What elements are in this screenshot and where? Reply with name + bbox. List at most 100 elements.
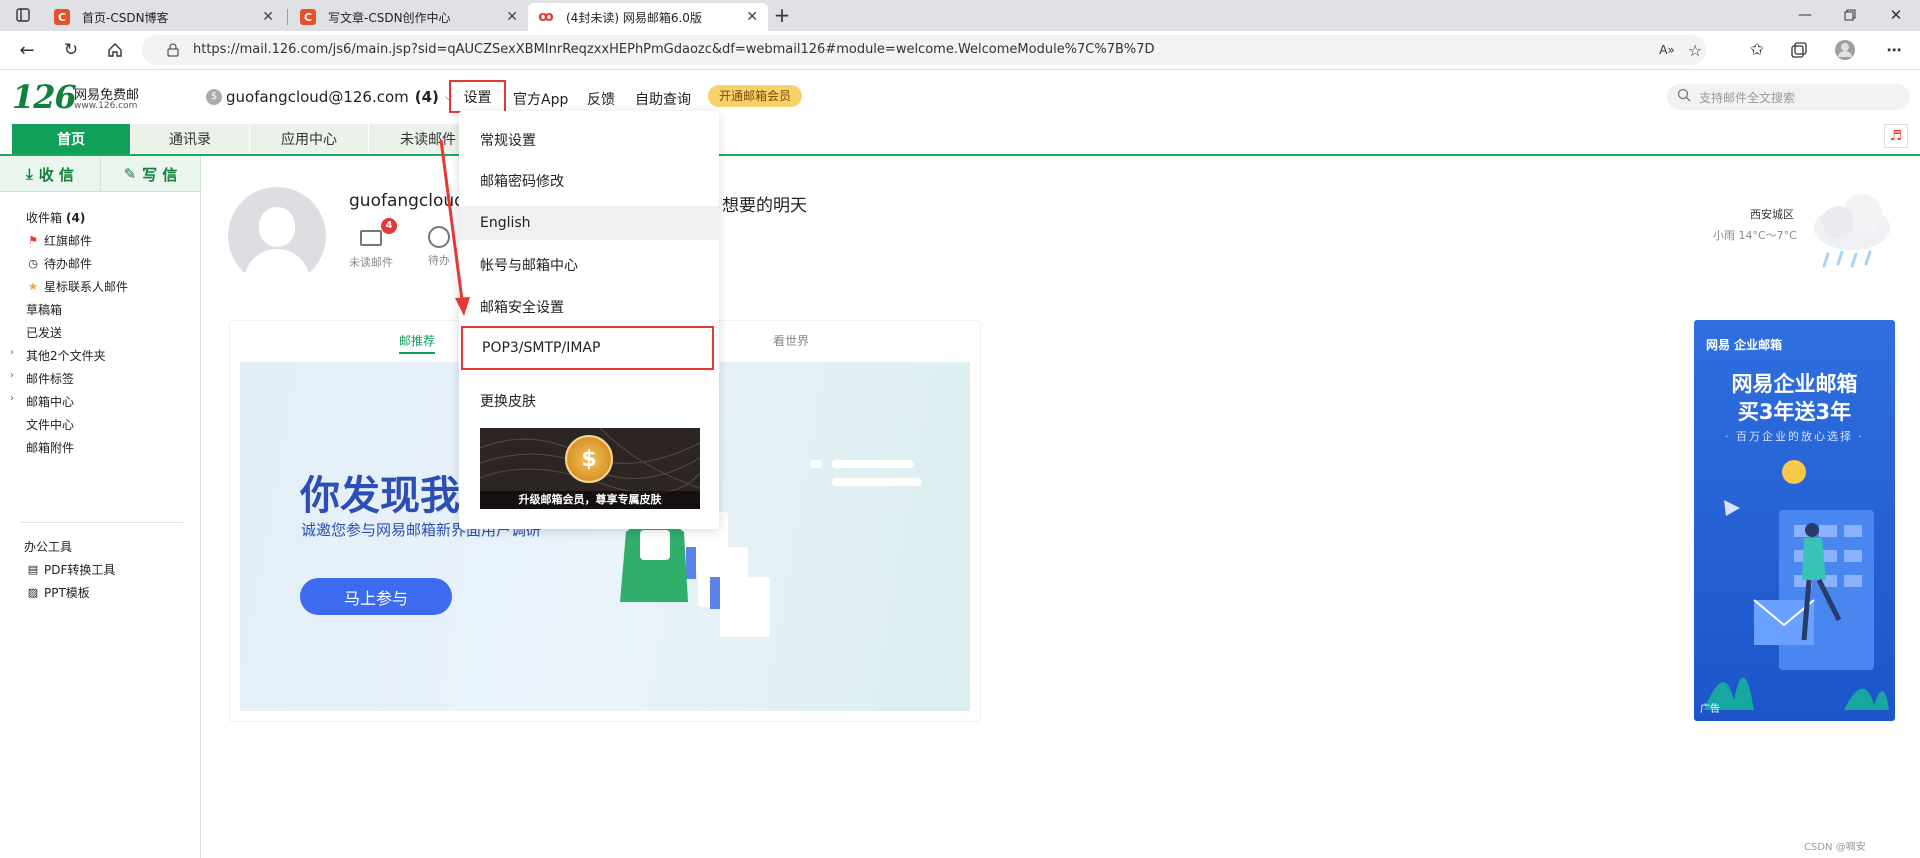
folder-label: 草稿箱	[26, 303, 63, 317]
account-unread: (4)	[414, 88, 439, 106]
tab-home[interactable]: 首页	[12, 124, 130, 154]
tool-pdf-convert[interactable]: ▤ PDF转换工具	[26, 561, 116, 578]
todo-stat[interactable]: 待办	[428, 226, 450, 268]
lock-icon[interactable]	[162, 39, 184, 61]
clock-icon: ◷	[28, 257, 38, 270]
folder-drafts[interactable]: 草稿箱	[26, 301, 62, 318]
logo-126[interactable]: 126	[12, 78, 77, 116]
vip-medal-icon: $	[565, 435, 613, 483]
settings-button[interactable]: 设置	[449, 80, 506, 113]
browser-tab-126-mail[interactable]: ꝏ (4封未读) 网易邮箱6.0版 ✕	[528, 3, 768, 31]
folder-label: 收件箱	[26, 211, 63, 225]
folder-label: 邮箱附件	[26, 441, 75, 455]
self-service-link[interactable]: 自助查询	[635, 89, 691, 109]
music-icon[interactable]: ♬	[1884, 124, 1908, 148]
restore-icon[interactable]	[1839, 4, 1861, 26]
minimize-icon[interactable]: —	[1794, 4, 1816, 26]
menu-change-skin[interactable]: 更换皮肤	[459, 384, 719, 418]
folder-label: 已发送	[26, 326, 63, 340]
vip-button[interactable]: 开通邮箱会员	[708, 85, 803, 107]
folder-flagged[interactable]: ⚑ 红旗邮件	[26, 232, 92, 249]
menu-general-settings[interactable]: 常规设置	[459, 123, 719, 157]
account-email: guofangcloud@126.com	[226, 88, 409, 106]
woman-coin-envelope-illustration	[1704, 460, 1889, 710]
folder-file-center[interactable]: 文件中心	[26, 416, 74, 433]
unread-label: 未读邮件	[349, 256, 393, 269]
account-coin-icon: $	[206, 89, 222, 105]
csdn-favicon-icon: C	[54, 9, 70, 25]
header-divider	[0, 154, 1920, 156]
folder-label: 文件中心	[26, 418, 75, 432]
folder-label: 邮件标签	[26, 372, 75, 386]
menu-english[interactable]: English	[459, 206, 719, 240]
close-tab-icon[interactable]: ✕	[506, 9, 518, 25]
folder-others[interactable]: 其他2个文件夹	[26, 347, 106, 364]
ad-line2: 买3年送3年	[1737, 400, 1852, 424]
sidebar: ⤓ 收 信 ✎ 写 信 收件箱 (4) ⚑ 红旗邮件 ◷ 待办邮件 ★ 星标联系…	[0, 156, 201, 858]
new-tab-icon[interactable]: +	[771, 3, 793, 27]
pdf-icon: ▤	[27, 563, 39, 576]
write-button[interactable]: ✎ 写 信	[100, 156, 200, 192]
profile-avatar-icon[interactable]	[1834, 39, 1856, 61]
receive-button[interactable]: ⤓ 收 信	[0, 156, 100, 192]
search-icon	[1677, 88, 1691, 106]
menu-pop3-smtp-imap[interactable]: POP3/SMTP/IMAP	[461, 326, 714, 370]
chevron-right-icon[interactable]: ›	[10, 347, 14, 358]
greeting-message: 想要的明天	[722, 196, 807, 216]
tab-recommend[interactable]: 邮推荐	[399, 332, 436, 354]
search-input[interactable]: 支持邮件全文搜索	[1667, 84, 1910, 110]
folder-attachments[interactable]: 邮箱附件	[26, 439, 74, 456]
favorite-icon[interactable]: ☆	[1684, 39, 1706, 61]
url-field[interactable]: https://mail.126.com/js6/main.jsp?sid=qA…	[142, 35, 1706, 65]
folder-label: 邮箱中心	[26, 395, 75, 409]
back-icon[interactable]: ←	[16, 39, 38, 61]
unread-stat[interactable]: 未读邮件	[349, 230, 393, 270]
menu-account-center[interactable]: 帐号与邮箱中心	[459, 248, 719, 282]
skin-caption: 升级邮箱会员，尊享专属皮肤	[480, 491, 700, 509]
chevron-right-icon[interactable]: ›	[10, 393, 14, 404]
tab-title: (4封未读) 网易邮箱6.0版	[566, 10, 702, 25]
tab-actions-icon[interactable]	[12, 4, 34, 26]
watermark: CSDN @啁安	[1804, 842, 1866, 853]
folder-count: (4)	[66, 210, 86, 225]
write-label: 写 信	[142, 165, 178, 184]
collections-icon[interactable]	[1788, 39, 1810, 61]
close-tab-icon[interactable]: ✕	[746, 9, 758, 25]
feedback-link[interactable]: 反馈	[587, 89, 615, 109]
tab-app-center[interactable]: 应用中心	[250, 124, 368, 154]
receive-label: 收 信	[38, 165, 74, 184]
folder-tags[interactable]: 邮件标签	[26, 370, 74, 387]
join-survey-button[interactable]: 马上参与	[300, 578, 452, 615]
official-app-link[interactable]: 官方App	[513, 89, 568, 109]
folder-todo[interactable]: ◷ 待办邮件	[26, 255, 92, 272]
folder-starred-contacts[interactable]: ★ 星标联系人邮件	[26, 278, 128, 295]
menu-security-settings[interactable]: 邮箱安全设置	[459, 290, 719, 324]
browser-tab-csdn-write[interactable]: C 写文章-CSDN创作中心 ✕	[290, 3, 528, 31]
close-tab-icon[interactable]: ✕	[262, 9, 274, 25]
browser-tab-strip: C 首页-CSDN博客 ✕ C 写文章-CSDN创作中心 ✕ ꝏ (4封未读) …	[0, 0, 1920, 31]
favorites-icon[interactable]: ✩	[1746, 39, 1768, 61]
chevron-right-icon[interactable]: ›	[10, 370, 14, 381]
logo-url: www.126.com	[74, 101, 138, 111]
tab-title: 首页-CSDN博客	[82, 10, 169, 25]
close-window-icon[interactable]: ✕	[1885, 4, 1907, 26]
tab-title: 写文章-CSDN创作中心	[328, 10, 451, 25]
browser-tab-csdn-home[interactable]: C 首页-CSDN博客 ✕	[44, 3, 284, 31]
read-aloud-icon[interactable]: A»	[1656, 39, 1678, 61]
refresh-icon[interactable]: ↻	[60, 39, 82, 61]
weather-desc: 小雨 14°C～7°C	[1713, 229, 1797, 242]
vip-skin-promo[interactable]: $ 升级邮箱会员，尊享专属皮肤	[480, 428, 700, 509]
folder-sent[interactable]: 已发送	[26, 324, 62, 341]
avatar[interactable]	[228, 187, 326, 285]
home-icon[interactable]	[104, 39, 126, 61]
folder-inbox[interactable]: 收件箱 (4)	[26, 209, 85, 226]
account-switcher[interactable]: $ guofangcloud@126.com (4) ⌵	[206, 88, 453, 106]
tool-ppt-template[interactable]: ▨ PPT模板	[26, 584, 90, 601]
tab-world[interactable]: 看世界	[773, 332, 809, 349]
more-menu-icon[interactable]: ⋯	[1883, 39, 1905, 61]
enterprise-mail-ad[interactable]: 网易 企业邮箱 网易企业邮箱 买3年送3年 · 百万企业的放心选择 · 广告	[1694, 320, 1895, 721]
tool-label: PDF转换工具	[44, 563, 116, 577]
menu-change-password[interactable]: 邮箱密码修改	[459, 164, 719, 198]
tab-contacts[interactable]: 通讯录	[131, 124, 249, 154]
folder-mail-center[interactable]: 邮箱中心	[26, 393, 74, 410]
